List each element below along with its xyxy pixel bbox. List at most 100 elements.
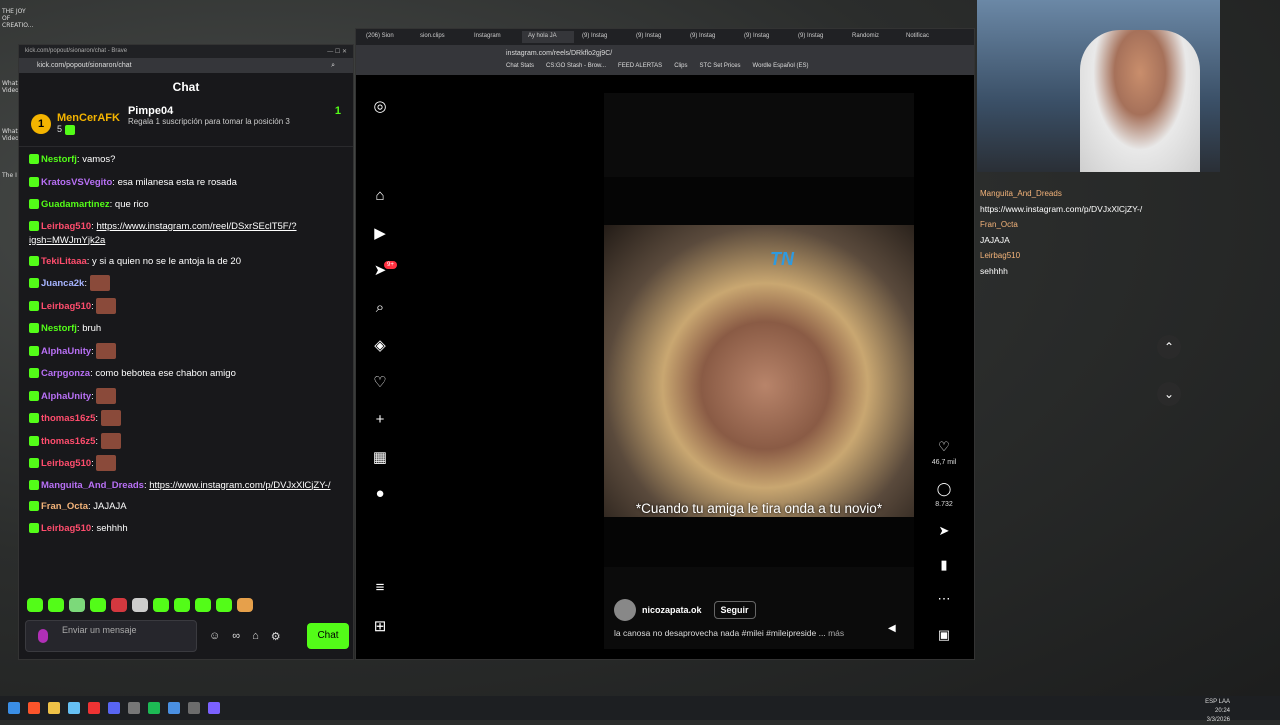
app-icon[interactable] bbox=[208, 702, 220, 714]
chrome-icon[interactable] bbox=[88, 702, 100, 714]
reels-icon[interactable]: ▶ bbox=[368, 224, 392, 242]
emote-icon[interactable] bbox=[216, 598, 232, 612]
chat-username[interactable]: Juanca2k bbox=[41, 278, 84, 289]
address-bar[interactable]: instagram.com/reels/DRkflo2gj9C/ bbox=[356, 45, 974, 61]
bookmark-item[interactable]: CS:GO Stash - Brow... bbox=[546, 63, 606, 73]
brave-icon[interactable] bbox=[28, 702, 40, 714]
chat-username[interactable]: AlphaUnity bbox=[41, 346, 91, 357]
browser-tab[interactable]: (9) Instag bbox=[630, 31, 682, 43]
next-reel-button[interactable]: ⌄ bbox=[1157, 382, 1181, 406]
folder-icon[interactable] bbox=[48, 702, 60, 714]
chat-username[interactable]: Leirbag510 bbox=[41, 301, 91, 312]
apps-icon[interactable]: ⊞ bbox=[368, 617, 392, 635]
author-name[interactable]: nicozapata.ok bbox=[642, 605, 702, 615]
bookmark-item[interactable]: STC Set Prices bbox=[700, 63, 741, 73]
emote-icon[interactable] bbox=[195, 598, 211, 612]
chat-username[interactable]: Leirbag510 bbox=[41, 523, 91, 534]
browser-tab[interactable]: Instagram bbox=[468, 31, 520, 43]
reel-video[interactable]: TN *Cuando tu amiga le tira onda a tu no… bbox=[604, 177, 914, 567]
chat-username[interactable]: TekiLitaaa bbox=[41, 256, 87, 267]
steam-icon[interactable] bbox=[68, 702, 80, 714]
comment-icon[interactable]: ◯ bbox=[931, 481, 957, 497]
browser-tab[interactable]: (9) Instag bbox=[576, 31, 628, 43]
menu-icon[interactable]: ≡ bbox=[368, 579, 392, 596]
browser-tab[interactable]: (9) Instag bbox=[738, 31, 790, 43]
browser-tab[interactable]: Ay hola JA bbox=[522, 31, 574, 43]
app-icon[interactable] bbox=[128, 702, 140, 714]
emoji-icon[interactable]: ☺ bbox=[209, 630, 220, 643]
chat-username[interactable]: KratosVSVegito bbox=[41, 177, 112, 188]
browser-tab[interactable]: sion.clips bbox=[414, 31, 466, 43]
emote-icon[interactable] bbox=[111, 598, 127, 612]
audio-thumbnail[interactable]: ▣ bbox=[931, 627, 957, 643]
spotify-icon[interactable] bbox=[148, 702, 160, 714]
emote-icon[interactable] bbox=[90, 598, 106, 612]
chat-username[interactable]: thomas16z5 bbox=[41, 436, 95, 447]
chat-username[interactable]: Manguita_And_Dreads bbox=[41, 480, 144, 491]
browser-tab[interactable]: (9) Instag bbox=[792, 31, 844, 43]
bookmark-item[interactable]: Clips bbox=[674, 63, 687, 73]
emote-icon[interactable] bbox=[69, 598, 85, 612]
bookmark-item[interactable]: FEED ALERTAS bbox=[618, 63, 662, 73]
chat-username[interactable]: Nestorfj bbox=[41, 154, 77, 165]
mic-icon[interactable] bbox=[38, 629, 48, 643]
desktop-icon-2[interactable]: What Video bbox=[2, 80, 19, 94]
chat-input[interactable]: Enviar un mensaje bbox=[25, 620, 197, 652]
emote-icon[interactable] bbox=[174, 598, 190, 612]
emote-icon[interactable] bbox=[132, 598, 148, 612]
link-icon[interactable]: ∞ bbox=[232, 630, 240, 643]
second-name[interactable]: Pimpe04 bbox=[128, 105, 173, 117]
desktop-icon-3[interactable]: What Video bbox=[2, 128, 19, 142]
follow-button[interactable]: Seguir bbox=[713, 601, 756, 619]
share-icon[interactable]: ➤ bbox=[931, 523, 957, 539]
browser-tab[interactable]: Randomiz bbox=[846, 31, 898, 43]
chat-username[interactable]: Leirbag510 bbox=[41, 458, 91, 469]
browser-url[interactable]: instagram.com/reels/DRkflo2gj9C/ bbox=[506, 50, 612, 57]
dashboard-icon[interactable]: ▦ bbox=[368, 448, 392, 466]
send-chat-button[interactable]: Chat bbox=[307, 623, 349, 649]
bookmark-icon[interactable]: ▮ bbox=[931, 557, 957, 573]
bookmark-item[interactable]: Wordle Español (ES) bbox=[753, 63, 809, 73]
chat-username[interactable]: Fran_Octa bbox=[41, 501, 88, 512]
previous-reel-button[interactable]: ⌃ bbox=[1157, 335, 1181, 359]
chat-username[interactable]: AlphaUnity bbox=[41, 391, 91, 402]
emote-icon[interactable] bbox=[27, 598, 43, 612]
more-options-icon[interactable]: ⋯ bbox=[931, 591, 957, 607]
browser-tab[interactable]: (9) Instag bbox=[684, 31, 736, 43]
store-icon[interactable]: ⌂ bbox=[252, 630, 259, 643]
leader-name[interactable]: MenCerAFK bbox=[57, 112, 120, 124]
chat-username[interactable]: Carpgonza bbox=[41, 368, 90, 379]
desktop-icon-4[interactable]: The I bbox=[2, 172, 17, 179]
bookmark-item[interactable]: Chat Stats bbox=[506, 63, 534, 73]
chat-username[interactable]: thomas16z5 bbox=[41, 413, 95, 424]
emote-icon[interactable] bbox=[237, 598, 253, 612]
reel-player[interactable]: TN *Cuando tu amiga le tira onda a tu no… bbox=[604, 93, 914, 649]
like-icon[interactable]: ♡ bbox=[931, 439, 957, 455]
chat-link[interactable]: https://www.instagram.com/p/DVJxXlCjZY-/ bbox=[149, 480, 330, 491]
chat-url[interactable]: kick.com/popout/sionaron/chat bbox=[37, 62, 132, 69]
mute-icon[interactable]: ◀ bbox=[888, 623, 896, 634]
home-icon[interactable]: ⌂ bbox=[368, 187, 392, 204]
explore-icon[interactable]: ◈ bbox=[368, 336, 392, 354]
emote-icon[interactable] bbox=[48, 598, 64, 612]
more-link[interactable]: más bbox=[828, 628, 844, 638]
profile-avatar[interactable]: ● bbox=[368, 485, 392, 502]
desktop-icon-1[interactable]: THE JOY OF CREATIO... bbox=[2, 8, 33, 29]
instagram-logo-icon[interactable]: ◎ bbox=[368, 97, 392, 115]
app-icon[interactable] bbox=[168, 702, 180, 714]
windows-start-icon[interactable] bbox=[8, 702, 20, 714]
search-icon[interactable]: ⌕ bbox=[368, 299, 392, 316]
system-clock[interactable]: ESP LAA 20:24 3/3/2026 bbox=[1205, 698, 1230, 725]
chat-username[interactable]: Guadamartinez bbox=[41, 199, 110, 210]
gear-icon[interactable]: ⚙ bbox=[271, 630, 281, 643]
app-icon[interactable] bbox=[188, 702, 200, 714]
create-icon[interactable]: + bbox=[368, 411, 392, 428]
discord-icon[interactable] bbox=[108, 702, 120, 714]
chat-username[interactable]: Leirbag510 bbox=[41, 221, 91, 232]
browser-tab[interactable]: (206) Sion bbox=[360, 31, 412, 43]
search-icon[interactable]: ⌕ bbox=[331, 62, 335, 70]
heart-icon[interactable]: ♡ bbox=[368, 373, 392, 391]
browser-tab[interactable]: Notificac bbox=[900, 31, 952, 43]
window-controls[interactable]: — ☐ ✕ bbox=[327, 48, 347, 55]
chat-username[interactable]: Nestorfj bbox=[41, 323, 77, 334]
